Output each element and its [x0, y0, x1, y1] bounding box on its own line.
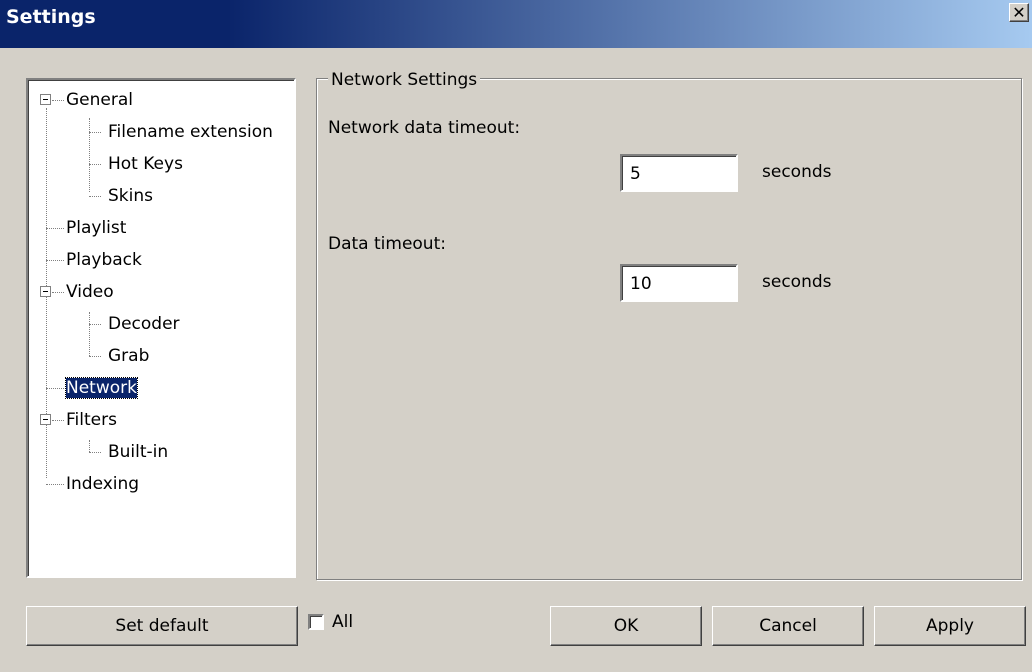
tree-item-decoder[interactable]: Decoder	[108, 313, 180, 335]
tree-item-hot-keys[interactable]: Hot Keys	[108, 153, 183, 175]
tree-item-skins[interactable]: Skins	[108, 185, 153, 207]
all-checkbox[interactable]	[308, 614, 324, 630]
title-bar: Settings ✕	[0, 0, 1032, 48]
tree-item-filename-extension[interactable]: Filename extension	[108, 121, 273, 143]
set-default-button[interactable]: Set default	[26, 606, 298, 646]
tree-item-filters[interactable]: Filters	[66, 409, 117, 431]
tree-item-network[interactable]: Network	[65, 377, 138, 399]
all-label: All	[332, 612, 354, 632]
tree-item-indexing[interactable]: Indexing	[66, 473, 139, 495]
network-timeout-input[interactable]: 5	[620, 154, 738, 192]
ok-button[interactable]: OK	[550, 606, 702, 646]
tree-item-playlist[interactable]: Playlist	[66, 217, 126, 239]
data-timeout-unit: seconds	[762, 272, 832, 292]
close-icon[interactable]: ✕	[1009, 3, 1029, 22]
tree-item-grab[interactable]: Grab	[108, 345, 149, 367]
group-title: Network Settings	[328, 70, 481, 90]
collapse-icon[interactable]	[40, 414, 51, 425]
tree-item-general[interactable]: General	[66, 89, 133, 111]
network-timeout-label: Network data timeout:	[328, 118, 521, 138]
settings-tree[interactable]: General Filename extension Hot Keys Skin…	[26, 78, 296, 578]
data-timeout-label: Data timeout:	[328, 234, 446, 254]
collapse-icon[interactable]	[40, 286, 51, 297]
tree-item-video[interactable]: Video	[66, 281, 114, 303]
apply-button[interactable]: Apply	[874, 606, 1026, 646]
network-timeout-unit: seconds	[762, 162, 832, 182]
tree-item-built-in[interactable]: Built-in	[108, 441, 168, 463]
collapse-icon[interactable]	[40, 94, 51, 105]
tree-item-playback[interactable]: Playback	[66, 249, 142, 271]
window-title: Settings	[6, 6, 96, 28]
cancel-button[interactable]: Cancel	[712, 606, 864, 646]
data-timeout-input[interactable]: 10	[620, 264, 738, 302]
